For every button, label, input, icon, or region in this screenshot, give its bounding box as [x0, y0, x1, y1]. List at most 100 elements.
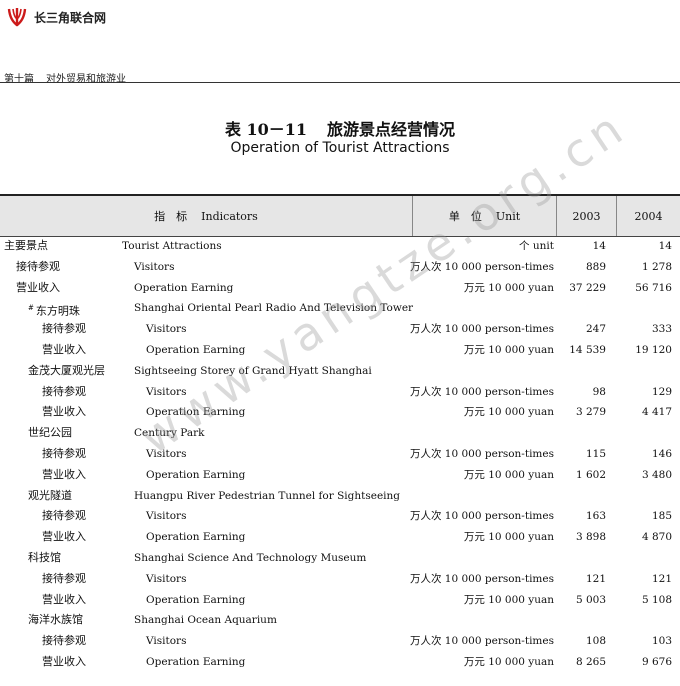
value-2004: 1 278	[641, 260, 672, 273]
indicator-en: Sightseeing Storey of Grand Hyatt Shangh…	[134, 364, 372, 377]
table-row: 海洋水族馆 Shanghai Ocean Aquarium	[0, 610, 680, 631]
table-row: 营业收入 Operation Earning 万元 10 000 yuan 8 265…	[0, 652, 680, 673]
table-title-en: Operation of Tourist Attractions	[230, 140, 450, 156]
value-2004: 4 870	[641, 531, 672, 544]
indicators-header-cn: 指 标	[154, 210, 188, 223]
indicator-en: Visitors	[146, 323, 187, 336]
table-body: 主要景点 Tourist Attractions 个 unit 14 14 接待参观 Vi…	[0, 236, 680, 673]
value-2004: 333	[651, 323, 672, 336]
value-2003: 98	[592, 385, 606, 398]
table-row: 接待参观 Visitors 万人次 10 000 person-times 98 129	[0, 382, 680, 403]
indicator-cn: 金茂大厦观光层	[28, 363, 105, 377]
indicator-en: Shanghai Oriental Pearl Radio And Televi…	[134, 302, 414, 315]
indicator-en: Operation Earning	[146, 531, 246, 544]
indicator-cn: 营业收入	[42, 530, 86, 544]
unit-cell: 万元 10 000 yuan	[463, 468, 554, 481]
table-row: 接待参观 Visitors 万人次 10 000 person-times 121 12…	[0, 569, 680, 590]
value-2004: 5 108	[641, 593, 672, 606]
indicator-cn: 营业收入	[42, 342, 86, 356]
value-2003: 1 602	[575, 468, 606, 481]
unit-cell: 万人次 10 000 person-times	[409, 510, 554, 523]
table-row: 主要景点 Tourist Attractions 个 unit 14 14	[0, 236, 680, 257]
table-row: 接待参观 Visitors 万人次 10 000 person-times 163 18…	[0, 506, 680, 527]
indicator-en: Visitors	[146, 447, 187, 460]
unit-cell: 万人次 10 000 person-times	[409, 260, 554, 273]
value-2004: 121	[651, 572, 672, 585]
indicator-cn: 观光隧道	[28, 488, 72, 502]
site-logo[interactable]: 长三角联合网	[6, 4, 106, 30]
value-2004: 56 716	[635, 281, 672, 294]
unit-cell: 万人次 10 000 person-times	[409, 385, 554, 398]
value-2003: 5 003	[575, 593, 606, 606]
unit-cell: 万元 10 000 yuan	[463, 281, 554, 294]
table-row: 接待参观 Visitors 万人次 10 000 person-times 247 33…	[0, 319, 680, 340]
table-row: 接待参观 Visitors 万人次 10 000 person-times 108 10…	[0, 631, 680, 652]
indicator-cn: 接待参观	[42, 509, 86, 523]
table-row: 接待参观 Visitors 万人次 10 000 person-times 889 1 …	[0, 257, 680, 278]
value-2003: 3 279	[575, 406, 606, 419]
value-2003: 3 898	[575, 531, 606, 544]
indicator-cn: 营业收入	[16, 280, 60, 294]
indicator-en: Huangpu River Pedestrian Tunnel for Sigh…	[134, 489, 401, 502]
value-2004: 14	[658, 240, 672, 252]
value-2004: 4 417	[641, 406, 672, 419]
table-row: 营业收入 Operation Earning 万元 10 000 yuan 1 602…	[0, 465, 680, 486]
value-2003: 14	[592, 240, 606, 252]
value-2003: 247	[585, 323, 606, 336]
table-row: 世纪公园 Century Park	[0, 423, 680, 444]
indicator-cn: 接待参观	[42, 634, 86, 648]
value-2003: 889	[585, 260, 606, 273]
indicator-cn: 接待参观	[42, 322, 86, 336]
indicator-en: Visitors	[146, 635, 187, 648]
indicator-cn: 世纪公园	[28, 426, 72, 440]
year-2004-header: 2004	[616, 196, 680, 236]
value-2004: 185	[651, 510, 672, 523]
value-2003: 163	[585, 510, 606, 523]
year-2003-header: 2003	[556, 196, 616, 236]
table-row: 营业收入 Operation Earning 万元 10 000 yuan 3 279…	[0, 402, 680, 423]
unit-cell: 万元 10 000 yuan	[463, 343, 554, 356]
indicators-header: 指 标 Indicators	[0, 196, 412, 236]
table-header: 指 标 Indicators 单 位 Unit 2003 2004	[0, 194, 680, 237]
indicator-cn: 主要景点	[4, 239, 48, 252]
indicator-en: Operation Earning	[146, 406, 246, 419]
indicators-header-en: Indicators	[201, 209, 258, 223]
indicator-en: Visitors	[146, 572, 187, 585]
unit-cell: 万人次 10 000 person-times	[409, 572, 554, 585]
table-row: 观光隧道 Huangpu River Pedestrian Tunnel for …	[0, 486, 680, 507]
value-2003: 8 265	[575, 655, 606, 668]
chapter-number: 第十篇	[4, 74, 34, 85]
value-2003: 108	[585, 635, 606, 648]
value-2003: 14 539	[569, 343, 606, 356]
indicator-cn-text: 东方明珠	[35, 305, 80, 319]
indicator-en: Operation Earning	[146, 468, 246, 481]
table-row: 科技馆 Shanghai Science And Technology Museu…	[0, 548, 680, 569]
value-2003: 121	[585, 572, 606, 585]
indicator-cn: 营业收入	[42, 654, 86, 668]
indicator-cn: 接待参观	[42, 384, 86, 398]
table-title-cn-text: 旅游景点经营情况	[327, 120, 456, 139]
table-row: 营业收入 Operation Earning 万元 10 000 yuan 37 22…	[0, 278, 680, 299]
indicator-en: Operation Earning	[134, 281, 234, 294]
indicator-cn: 营业收入	[42, 467, 86, 481]
unit-cell: 万元 10 000 yuan	[463, 655, 554, 668]
indicator-cn: 营业收入	[42, 405, 86, 419]
table-row: # 东方明珠 Shanghai Oriental Pearl Radio And T…	[0, 298, 680, 319]
unit-cell: 万元 10 000 yuan	[463, 531, 554, 544]
table-row: 营业收入 Operation Earning 万元 10 000 yuan 14 53…	[0, 340, 680, 361]
site-name: 长三角联合网	[34, 10, 107, 25]
indicator-en: Visitors	[146, 385, 187, 398]
value-2004: 129	[651, 385, 672, 398]
indicator-en: Visitors	[134, 260, 175, 273]
unit-cell: 万元 10 000 yuan	[463, 406, 554, 419]
logo-mark-icon	[7, 8, 27, 27]
unit-cell: 万人次 10 000 person-times	[409, 447, 554, 460]
indicator-cn: 接待参观	[42, 446, 86, 460]
table-row: 金茂大厦观光层 Sightseeing Storey of Grand Hyatt…	[0, 361, 680, 382]
indicator-cn: 营业收入	[42, 592, 86, 606]
table-number: 表 10－11	[224, 120, 308, 139]
indicator-cn: 海洋水族馆	[28, 613, 83, 627]
value-2004: 103	[651, 635, 672, 648]
chapter-title: 对外贸易和旅游业	[46, 74, 126, 85]
unit-cell: 万人次 10 000 person-times	[409, 323, 554, 336]
